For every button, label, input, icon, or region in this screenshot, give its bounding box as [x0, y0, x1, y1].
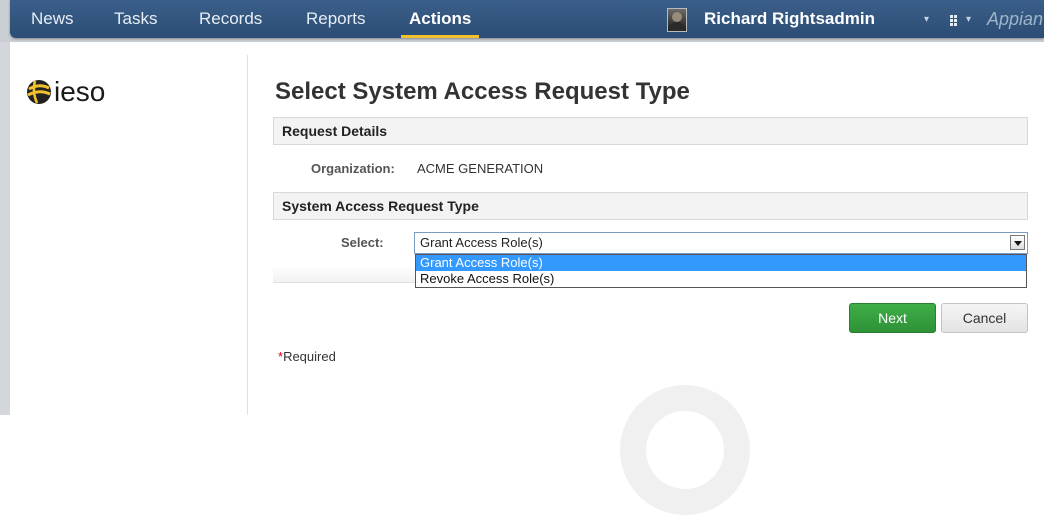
request-details-header: Request Details [273, 117, 1028, 145]
user-name-label: Richard Rightsadmin [704, 9, 875, 28]
top-bar: News Tasks Records Reports Actions Richa… [0, 0, 1044, 42]
ieso-logo-text: ieso [54, 76, 106, 107]
nav-item-tasks[interactable]: Tasks [114, 0, 157, 38]
required-note: *Required [278, 349, 336, 364]
apps-grid-icon[interactable] [950, 15, 960, 26]
ieso-globe-icon [27, 80, 51, 104]
nav-item-actions[interactable]: Actions [401, 0, 480, 38]
next-button[interactable]: Next [849, 303, 936, 333]
option-grant-access-role[interactable]: Grant Access Role(s) [416, 255, 1026, 271]
option-revoke-access-role[interactable]: Revoke Access Role(s) [416, 271, 1026, 287]
user-menu[interactable]: Richard Rightsadmin [704, 0, 875, 38]
user-menu-caret-icon[interactable]: ▾ [924, 0, 929, 40]
avatar-head [672, 12, 682, 22]
avatar-shoulders [669, 22, 685, 31]
panel-bottom-edge [273, 266, 415, 283]
active-tab-underline [401, 35, 480, 38]
user-avatar[interactable] [667, 8, 687, 32]
cancel-button[interactable]: Cancel [941, 303, 1028, 333]
nav-bar [10, 0, 1044, 38]
nav-item-reports[interactable]: Reports [306, 0, 366, 38]
background-watermark [620, 385, 750, 515]
page-title: Select System Access Request Type [275, 78, 690, 105]
nav-item-actions-label: Actions [409, 9, 472, 28]
left-border-strip [0, 42, 10, 415]
request-type-options-list[interactable]: Grant Access Role(s) Revoke Access Role(… [415, 254, 1027, 288]
brand-logo: Appian [987, 9, 1044, 29]
nav-item-news[interactable]: News [31, 0, 74, 38]
request-type-select[interactable]: Grant Access Role(s) [414, 232, 1028, 254]
select-label: Select: [341, 235, 384, 250]
organization-value: ACME GENERATION [417, 161, 544, 176]
organization-label: Organization: [311, 161, 395, 176]
request-type-selected-value: Grant Access Role(s) [420, 235, 543, 250]
nav-item-records[interactable]: Records [199, 0, 262, 38]
apps-menu-caret-icon[interactable]: ▾ [966, 0, 971, 40]
request-type-header: System Access Request Type [273, 192, 1028, 220]
sidebar: ieso [10, 55, 248, 415]
required-text: Required [283, 349, 336, 364]
select-dropdown-arrow-icon[interactable] [1010, 235, 1025, 250]
